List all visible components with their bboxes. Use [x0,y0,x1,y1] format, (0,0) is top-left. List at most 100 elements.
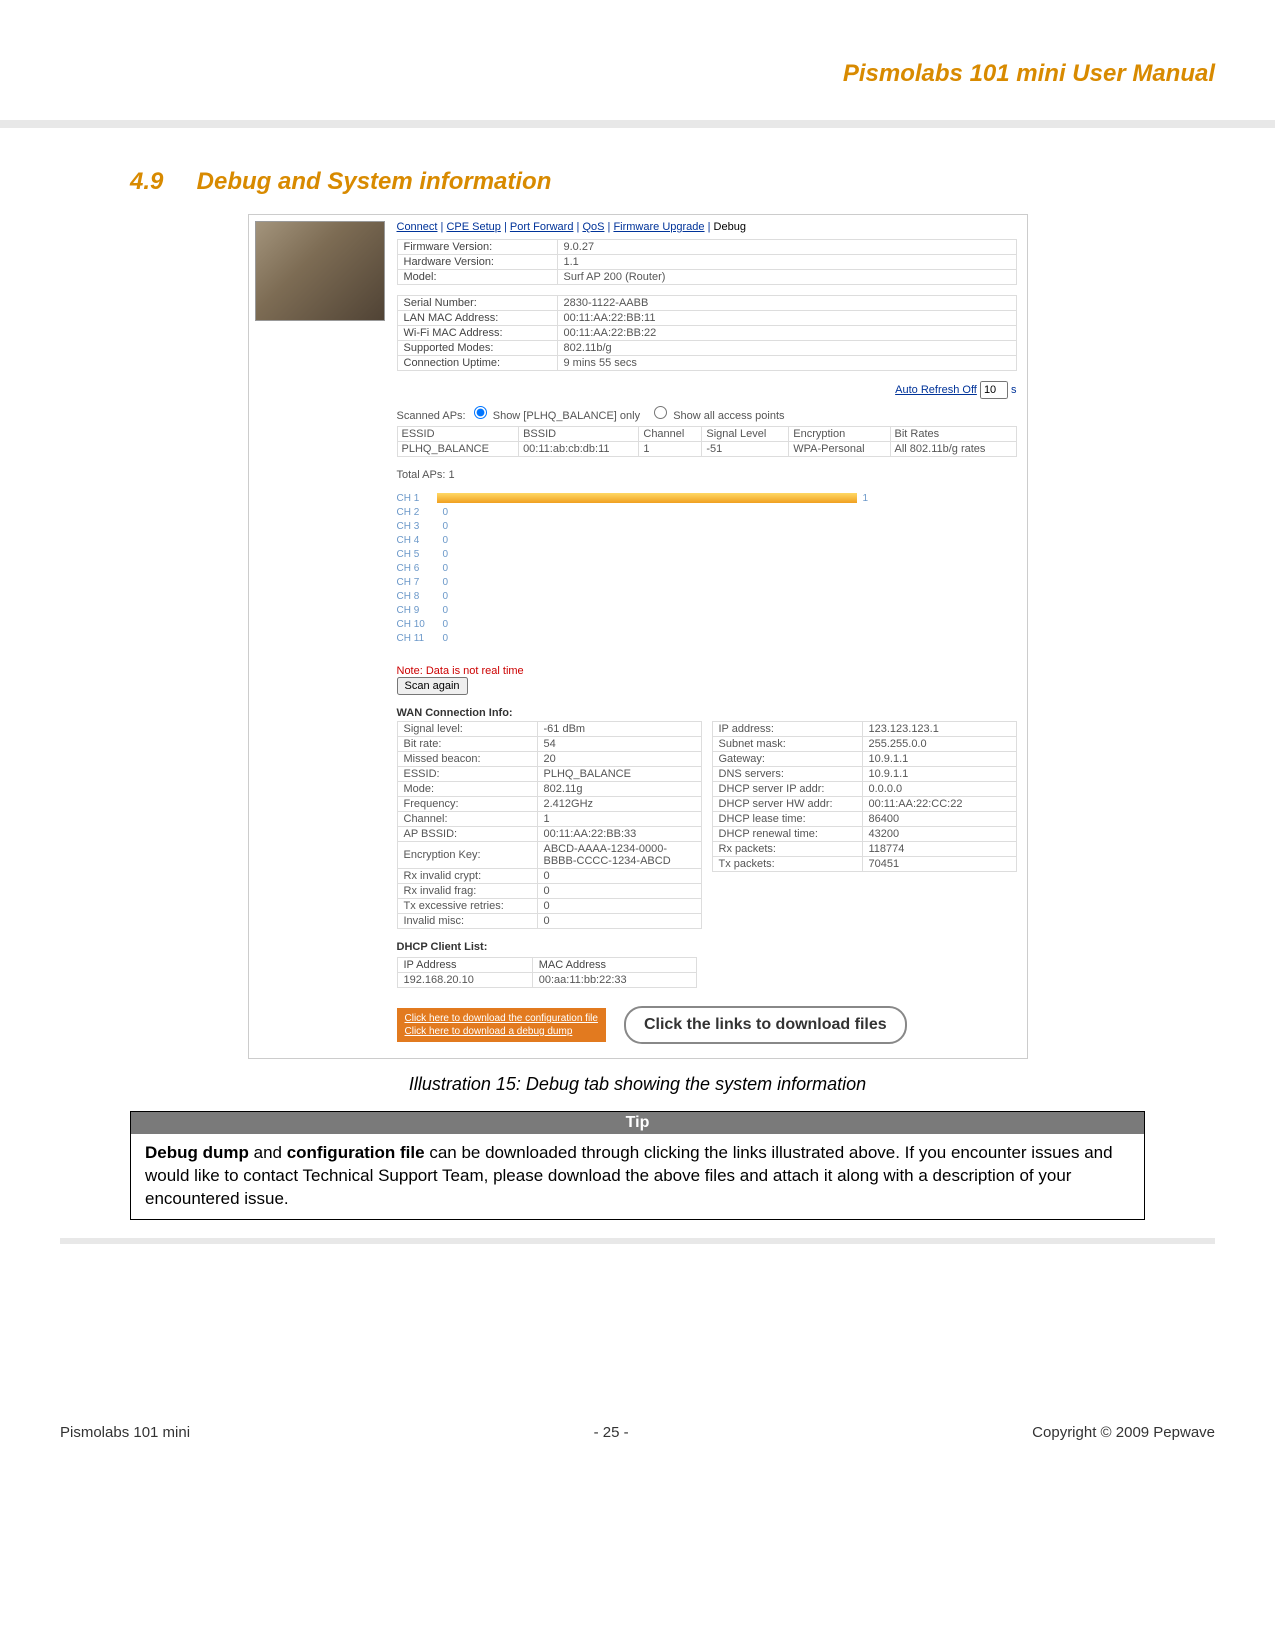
aps-h-signal: Signal Level [702,427,789,442]
channel-row: CH 30 [397,519,1017,533]
scan-opt2-radio[interactable] [654,406,667,419]
aps-h-bitrates: Bit Rates [890,427,1016,442]
wan-label: Encryption Key: [397,842,537,869]
wan-row: Signal level:-61 dBm [397,722,701,737]
channel-label: CH 5 [397,549,437,560]
channel-label: CH 11 [397,633,437,644]
net-row: DHCP server IP addr:0.0.0.0 [712,782,1016,797]
net-label: DHCP lease time: [712,812,862,827]
wan-value: -61 dBm [537,722,701,737]
aps-essid: PLHQ_BALANCE [397,442,519,457]
scan-opt1-radio[interactable] [474,406,487,419]
lan-mac-label: LAN MAC Address: [397,311,557,326]
scan-again-button[interactable]: Scan again [397,677,468,695]
channel-usage-chart: CH 11CH 20CH 30CH 40CH 50CH 60CH 70CH 80… [397,491,1017,645]
total-aps-label: Total APs: [397,469,446,481]
total-aps: Total APs: 1 [397,469,1017,481]
auto-refresh-unit: s [1011,384,1017,396]
net-label: DHCP renewal time: [712,827,862,842]
hw-version-value: 1.1 [557,255,1016,270]
auto-refresh-row: Auto Refresh Off s [397,381,1017,399]
page-header: Pismolabs 101 mini User Manual [0,0,1275,120]
lan-mac-value: 00:11:AA:22:BB:11 [557,311,1016,326]
nav-port-forward[interactable]: Port Forward [510,221,574,233]
page-footer: Pismolabs 101 mini - 25 - Copyright © 20… [0,1424,1275,1461]
auto-refresh-input[interactable] [980,381,1008,399]
tip-body: Debug dump and configuration file can be… [131,1134,1144,1219]
footer-left: Pismolabs 101 mini [60,1424,190,1441]
nav-connect[interactable]: Connect [397,221,438,233]
net-label: Rx packets: [712,842,862,857]
scan-opt2-label: Show all access points [673,410,784,422]
channel-row: CH 4 0 [397,533,1017,547]
hw-version-label: Hardware Version: [397,255,557,270]
net-row: DHCP renewal time:43200 [712,827,1016,842]
net-row: IP address:123.123.123.1 [712,722,1016,737]
channel-label: CH 1 [397,493,437,504]
uptime-label: Connection Uptime: [397,356,557,371]
wan-label: Rx invalid frag: [397,884,537,899]
aps-table: ESSID BSSID Channel Signal Level Encrypt… [397,426,1017,457]
wan-row: Channel:1 [397,812,701,827]
wan-row: AP BSSID:00:11:AA:22:BB:33 [397,827,701,842]
wan-label: AP BSSID: [397,827,537,842]
total-aps-value: 1 [448,469,454,481]
wan-label: Channel: [397,812,537,827]
tip-bold1: Debug dump [145,1143,249,1162]
channel-bar [437,493,857,503]
wan-conn-heading: WAN Connection Info: [397,707,1017,719]
wan-value: 2.412GHz [537,797,701,812]
scan-opt1-label: Show [PLHQ_BALANCE] only [493,410,640,422]
header-underline [0,120,1275,128]
wan-label: Missed beacon: [397,752,537,767]
dhcp-client-table: IP Address MAC Address 192.168.20.10 00:… [397,957,697,988]
realtime-note: Note: Data is not real time [397,665,1017,677]
decorative-photo [255,221,385,321]
download-debug-link[interactable]: Click here to download a debug dump [405,1025,598,1038]
aps-h-encryption: Encryption [789,427,890,442]
wan-label: Tx excessive retries: [397,899,537,914]
wan-label: Rx invalid crypt: [397,869,537,884]
net-row: Gateway:10.9.1.1 [712,752,1016,767]
net-value: 00:11:AA:22:CC:22 [862,797,1016,812]
channel-value: 0 [443,619,449,630]
tip-bold2: configuration file [287,1143,425,1162]
channel-row: CH 110 [397,631,1017,645]
wan-row: Bit rate:54 [397,737,701,752]
aps-signal: -51 [702,442,789,457]
download-config-link[interactable]: Click here to download the configuration… [405,1012,598,1025]
net-row: DHCP server HW addr:00:11:AA:22:CC:22 [712,797,1016,812]
serial-value: 2830-1122-AABB [557,296,1016,311]
nav-cpe-setup[interactable]: CPE Setup [446,221,500,233]
auto-refresh-link[interactable]: Auto Refresh Off [895,384,977,396]
wan-row: Rx invalid crypt:0 [397,869,701,884]
net-label: IP address: [712,722,862,737]
wan-value: 54 [537,737,701,752]
net-label: Subnet mask: [712,737,862,752]
net-row: Subnet mask:255.255.0.0 [712,737,1016,752]
wan-row: Rx invalid frag:0 [397,884,701,899]
channel-row: CH 60 [397,561,1017,575]
debug-screenshot: Connect | CPE Setup | Port Forward | QoS… [248,214,1028,1059]
tip-box: Tip Debug dump and configuration file ca… [130,1111,1145,1220]
aps-bitrates: All 802.11b/g rates [890,442,1016,457]
tip-title: Tip [131,1112,1144,1134]
channel-label: CH 3 [397,521,437,532]
wan-row: Mode:802.11g [397,782,701,797]
wifi-mac-label: Wi-Fi MAC Address: [397,326,557,341]
system-info-table-2: Serial Number:2830-1122-AABB LAN MAC Add… [397,295,1017,371]
nav-firmware-upgrade[interactable]: Firmware Upgrade [613,221,704,233]
channel-row: CH 20 [397,505,1017,519]
dhcp-client-heading: DHCP Client List: [397,941,1017,953]
system-info-table: Firmware Version:9.0.27 Hardware Version… [397,239,1017,285]
channel-value: 0 [443,535,449,546]
tip-mid1: and [249,1143,287,1162]
nav-debug[interactable]: Debug [714,221,746,233]
wan-row: Missed beacon:20 [397,752,701,767]
wan-row: Invalid misc:0 [397,914,701,929]
wan-row: Frequency:2.412GHz [397,797,701,812]
channel-row: CH 80 [397,589,1017,603]
aps-h-channel: Channel [639,427,702,442]
channel-label: CH 4 [397,535,437,546]
nav-qos[interactable]: QoS [582,221,604,233]
